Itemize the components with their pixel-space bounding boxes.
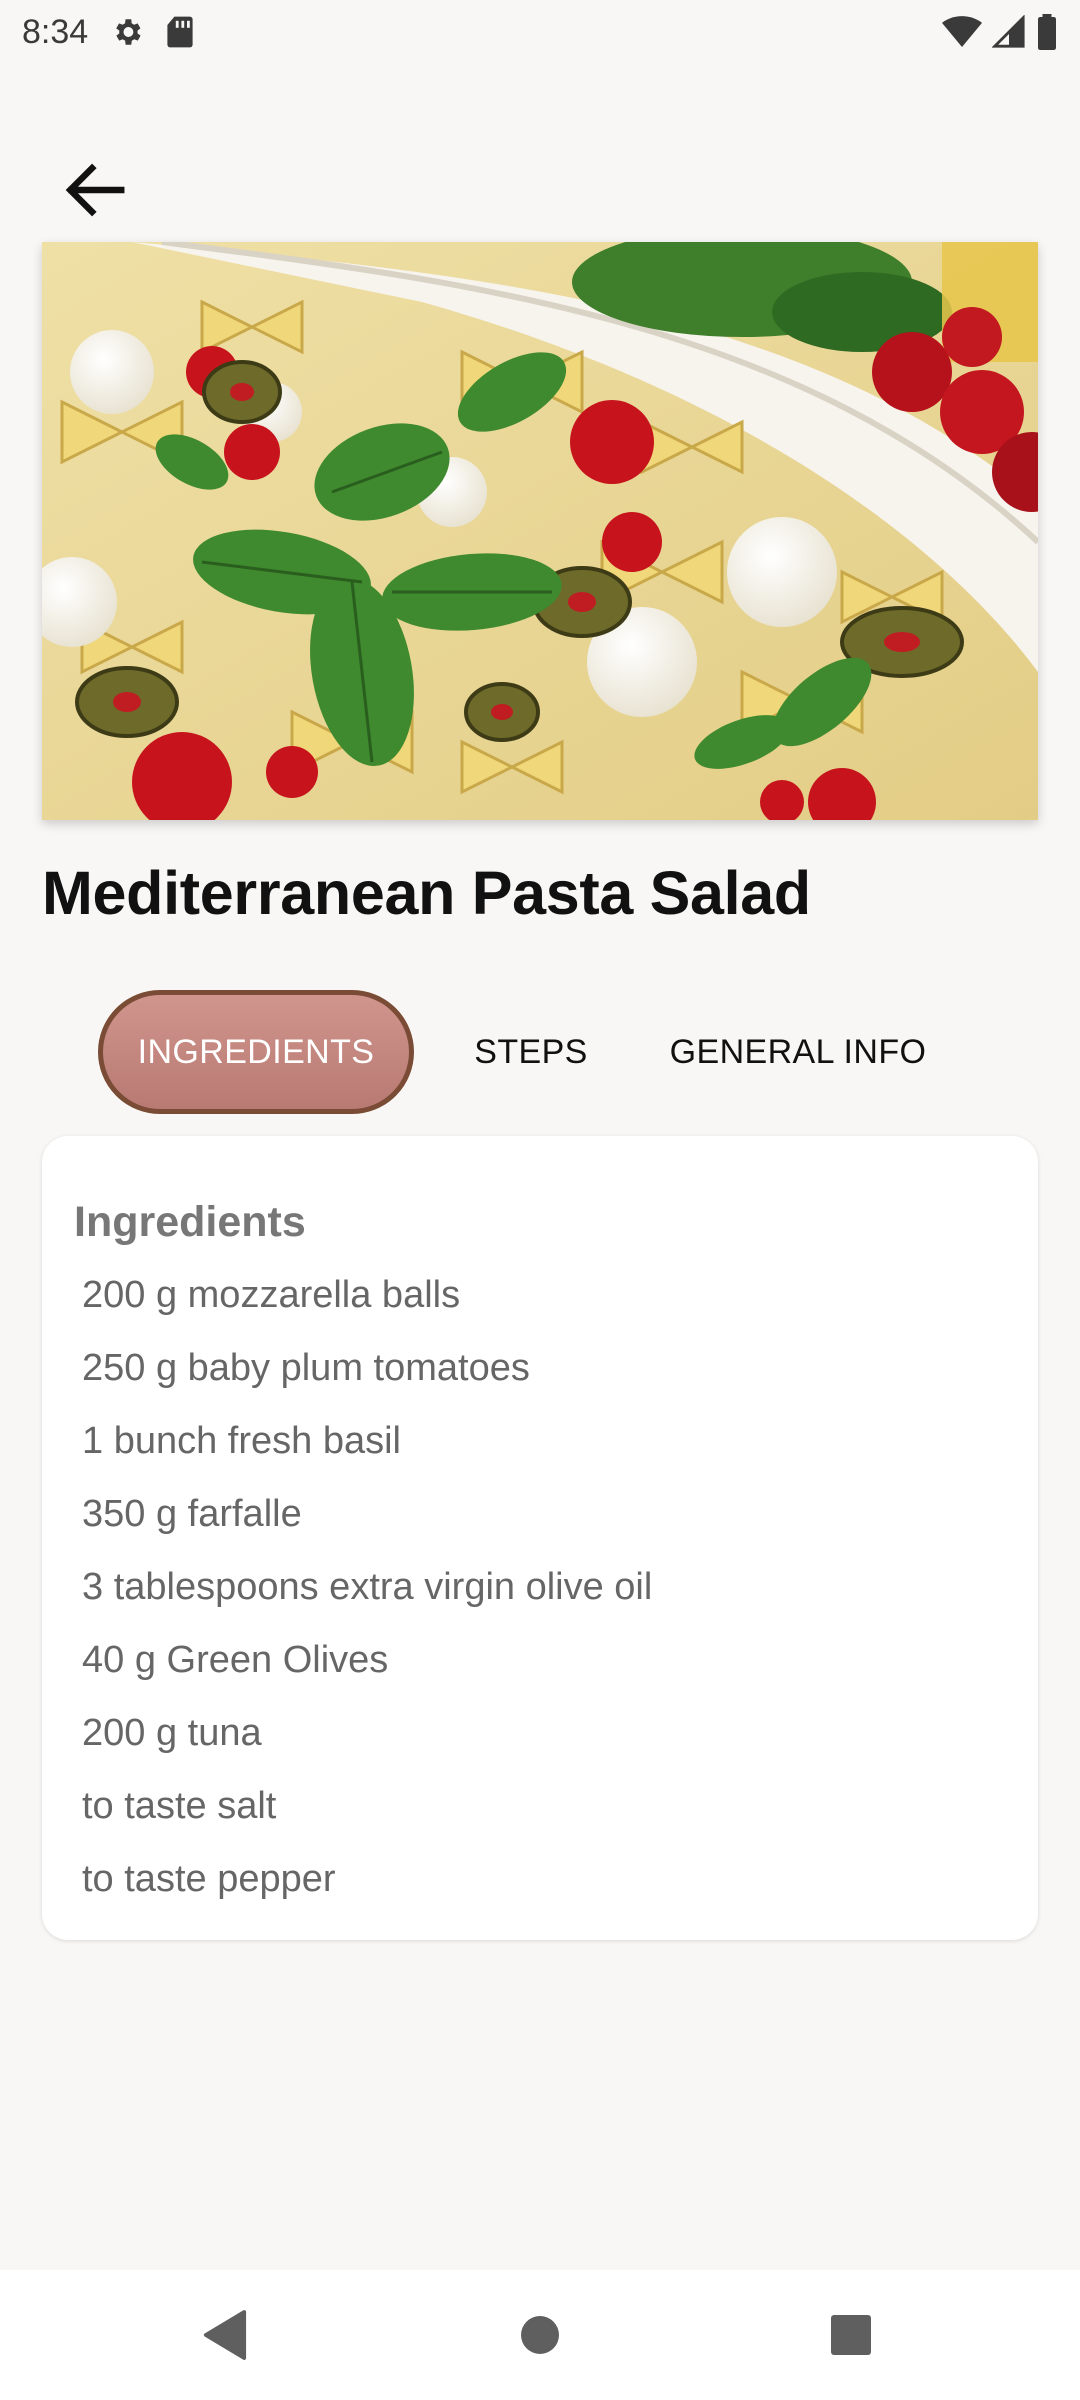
ingredient-item: 200 g mozzarella balls — [82, 1274, 461, 1316]
sd-card-icon — [166, 15, 194, 49]
ingredient-item: to taste pepper — [82, 1858, 336, 1900]
back-button[interactable] — [50, 148, 140, 232]
ingredient-item: 1 bunch fresh basil — [82, 1420, 401, 1462]
ingredient-item: 200 g tuna — [82, 1712, 262, 1754]
pasta-salad-illustration — [42, 242, 1038, 820]
ingredient-item: 250 g baby plum tomatoes — [82, 1347, 530, 1389]
tab-bar: INGREDIENTS STEPS GENERAL INFO — [98, 990, 948, 1114]
nav-back-button[interactable] — [180, 2290, 270, 2380]
recents-square-icon — [831, 2315, 871, 2355]
status-bar: 8:34 — [0, 0, 1080, 64]
gear-icon — [110, 15, 144, 49]
signal-icon — [992, 15, 1026, 49]
ingredients-card: Ingredients 200 g mozzarella balls 250 g… — [42, 1136, 1038, 1940]
home-circle-icon — [521, 2316, 559, 2354]
nav-recents-button[interactable] — [806, 2290, 896, 2380]
ingredients-list: 200 g mozzarella balls 250 g baby plum t… — [74, 1267, 1006, 1924]
status-time: 8:34 — [22, 12, 89, 51]
tab-ingredients[interactable]: INGREDIENTS — [98, 990, 414, 1114]
tab-general-info[interactable]: GENERAL INFO — [648, 990, 948, 1114]
system-nav-bar — [0, 2270, 1080, 2400]
ingredient-item: to taste salt — [82, 1785, 277, 1827]
nav-home-button[interactable] — [495, 2290, 585, 2380]
recipe-image — [42, 242, 1038, 820]
back-triangle-icon — [203, 2310, 247, 2360]
ingredient-item: 350 g farfalle — [82, 1493, 302, 1535]
ingredients-heading: Ingredients — [74, 1198, 306, 1246]
arrow-back-icon — [65, 163, 125, 217]
status-right — [942, 14, 1058, 50]
tab-steps[interactable]: STEPS — [414, 990, 648, 1114]
status-left: 8:34 — [22, 13, 194, 52]
recipe-title: Mediterranean Pasta Salad — [42, 859, 811, 927]
ingredient-item: 3 tablespoons extra virgin olive oil — [82, 1566, 653, 1608]
wifi-icon — [942, 15, 982, 49]
ingredient-item: 40 g Green Olives — [82, 1639, 389, 1681]
battery-icon — [1036, 14, 1058, 50]
